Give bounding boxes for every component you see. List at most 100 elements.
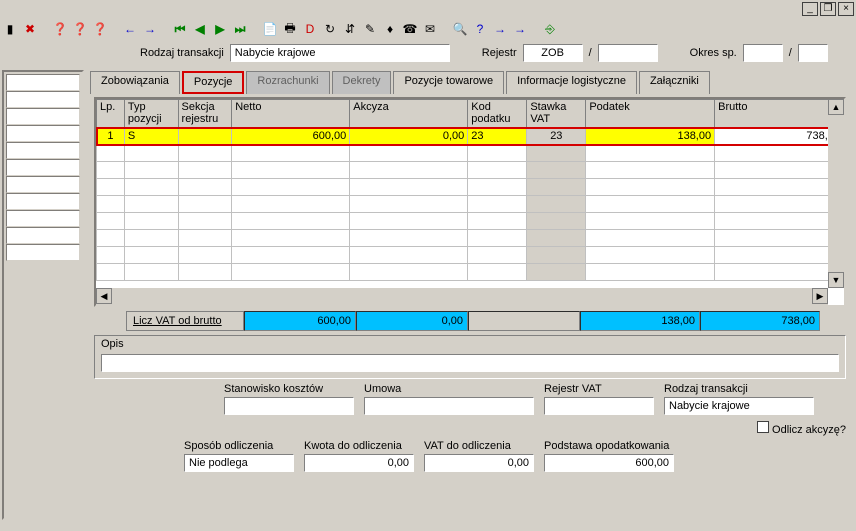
list-item[interactable] <box>6 227 80 244</box>
col-tax[interactable]: Podatek <box>586 100 715 128</box>
deduct-method-field[interactable]: Nie podlega <box>184 454 294 472</box>
col-tax-code[interactable]: Kod podatku <box>468 100 527 128</box>
exit-door-icon[interactable]: ⎆ <box>542 21 558 37</box>
transaction-type-field[interactable]: Nabycie krajowe <box>230 44 450 62</box>
list-item[interactable] <box>6 159 80 176</box>
table-row[interactable] <box>97 162 844 179</box>
cell-tax[interactable]: 138,00 <box>586 128 715 145</box>
table-row[interactable]: 1 S 600,00 0,00 23 23 138,00 738,00 <box>97 128 844 145</box>
close-button[interactable]: × <box>838 2 854 16</box>
scroll-left-icon[interactable]: ◀ <box>96 288 112 304</box>
sort-icon[interactable]: ⇵ <box>342 21 358 37</box>
blue-q-icon[interactable]: ? <box>472 21 488 37</box>
description-field[interactable] <box>101 354 839 372</box>
period-label: Okres sp. <box>690 47 737 59</box>
table-row[interactable] <box>97 213 844 230</box>
doc-icon[interactable]: 📄 <box>262 21 278 37</box>
cell-pos-type[interactable]: S <box>124 128 178 145</box>
register-field[interactable]: ZOB <box>523 44 583 62</box>
cell-net[interactable]: 600,00 <box>232 128 350 145</box>
vat-from-gross-button[interactable]: Licz VAT od brutto <box>126 311 244 331</box>
list-item[interactable] <box>6 142 80 159</box>
fwd-icon[interactable]: ▶ <box>212 21 228 37</box>
vat-deduct-field[interactable]: 0,00 <box>424 454 534 472</box>
contract-field[interactable] <box>364 397 534 415</box>
bar-icon[interactable]: ▮ <box>2 21 18 37</box>
list-item[interactable] <box>6 108 80 125</box>
mail-icon[interactable]: ✉ <box>422 21 438 37</box>
link-icon[interactable]: ♦ <box>382 21 398 37</box>
scroll-up-icon[interactable]: ▲ <box>828 99 844 115</box>
col-vat-rate[interactable]: Stawka VAT <box>527 100 586 128</box>
tab-decrees[interactable]: Dekrety <box>332 71 392 94</box>
last-icon[interactable]: ⏭ <box>232 21 248 37</box>
list-item[interactable] <box>6 210 80 227</box>
period-sub-field[interactable] <box>798 44 828 62</box>
table-row[interactable] <box>97 179 844 196</box>
cell-gross[interactable]: 738,00 <box>715 128 844 145</box>
minimize-button[interactable]: _ <box>802 2 818 16</box>
find-icon[interactable]: 🔍 <box>452 21 468 37</box>
tab-obligations[interactable]: Zobowiązania <box>90 71 180 94</box>
vat-register-field[interactable] <box>544 397 654 415</box>
refresh-icon[interactable]: ↻ <box>322 21 338 37</box>
tab-logistic-info[interactable]: Informacje logistyczne <box>506 71 637 94</box>
col-pos-type[interactable]: Typ pozycji <box>124 100 178 128</box>
blue-right-icon[interactable]: → <box>492 21 508 37</box>
tab-goods-positions[interactable]: Pozycje towarowe <box>393 71 504 94</box>
nav-prev-icon[interactable]: ← <box>122 21 138 37</box>
table-row[interactable] <box>97 247 844 264</box>
table-row[interactable] <box>97 230 844 247</box>
first-icon[interactable]: ⏮ <box>172 21 188 37</box>
col-gross[interactable]: Brutto <box>715 100 844 128</box>
tax-base-label: Podstawa opodatkowania <box>544 440 674 452</box>
print-icon[interactable]: 🖶 <box>282 21 298 37</box>
list-item[interactable] <box>6 176 80 193</box>
register-sub-field[interactable] <box>598 44 658 62</box>
close-x-icon[interactable]: ✖ <box>22 21 38 37</box>
vertical-scrollbar[interactable]: ▲ ▼ <box>828 99 844 288</box>
wand-icon[interactable]: ✎ <box>362 21 378 37</box>
help-bubble3-icon[interactable]: ❓ <box>92 21 108 37</box>
cell-vat-rate[interactable]: 23 <box>527 128 586 145</box>
tab-settlements[interactable]: Rozrachunki <box>246 71 329 94</box>
tax-base-field[interactable]: 600,00 <box>544 454 674 472</box>
scroll-right-icon[interactable]: ▶ <box>812 288 828 304</box>
back-icon[interactable]: ◀ <box>192 21 208 37</box>
cell-excise[interactable]: 0,00 <box>350 128 468 145</box>
horizontal-scrollbar[interactable]: ◀ ▶ <box>96 288 828 305</box>
cost-position-label: Stanowisko kosztów <box>224 383 354 395</box>
cell-lp[interactable]: 1 <box>97 128 125 145</box>
list-item[interactable] <box>6 244 80 261</box>
col-reg-section[interactable]: Sekcja rejestru <box>178 100 232 128</box>
blue-right2-icon[interactable]: → <box>512 21 528 37</box>
trans-type-field2[interactable]: Nabycie krajowe <box>664 397 814 415</box>
deduct-amount-label: Kwota do odliczenia <box>304 440 414 452</box>
maximize-button[interactable]: ❐ <box>820 2 836 16</box>
list-item[interactable] <box>6 125 80 142</box>
list-item[interactable] <box>6 91 80 108</box>
col-net[interactable]: Netto <box>232 100 350 128</box>
cell-tax-code[interactable]: 23 <box>468 128 527 145</box>
help-bubble2-icon[interactable]: ❓ <box>72 21 88 37</box>
deduct-excise-checkbox[interactable] <box>757 421 769 433</box>
phone-icon[interactable]: ☎ <box>402 21 418 37</box>
tab-positions[interactable]: Pozycje <box>182 71 245 94</box>
cost-position-field[interactable] <box>224 397 354 415</box>
col-excise[interactable]: Akcyza <box>350 100 468 128</box>
help-bubble-icon[interactable]: ❓ <box>52 21 68 37</box>
cell-reg-section[interactable] <box>178 128 232 145</box>
tab-attachments[interactable]: Załączniki <box>639 71 710 94</box>
col-lp[interactable]: Lp. <box>97 100 125 128</box>
scroll-down-icon[interactable]: ▼ <box>828 272 844 288</box>
table-row[interactable] <box>97 264 844 281</box>
table-row[interactable] <box>97 145 844 162</box>
list-item[interactable] <box>6 74 80 91</box>
letter-d-icon[interactable]: D <box>302 21 318 37</box>
deduct-amount-field[interactable]: 0,00 <box>304 454 414 472</box>
grid-header-row: Lp. Typ pozycji Sekcja rejestru Netto Ak… <box>97 100 844 128</box>
list-item[interactable] <box>6 193 80 210</box>
table-row[interactable] <box>97 196 844 213</box>
period-field[interactable] <box>743 44 783 62</box>
nav-next-icon[interactable]: → <box>142 21 158 37</box>
